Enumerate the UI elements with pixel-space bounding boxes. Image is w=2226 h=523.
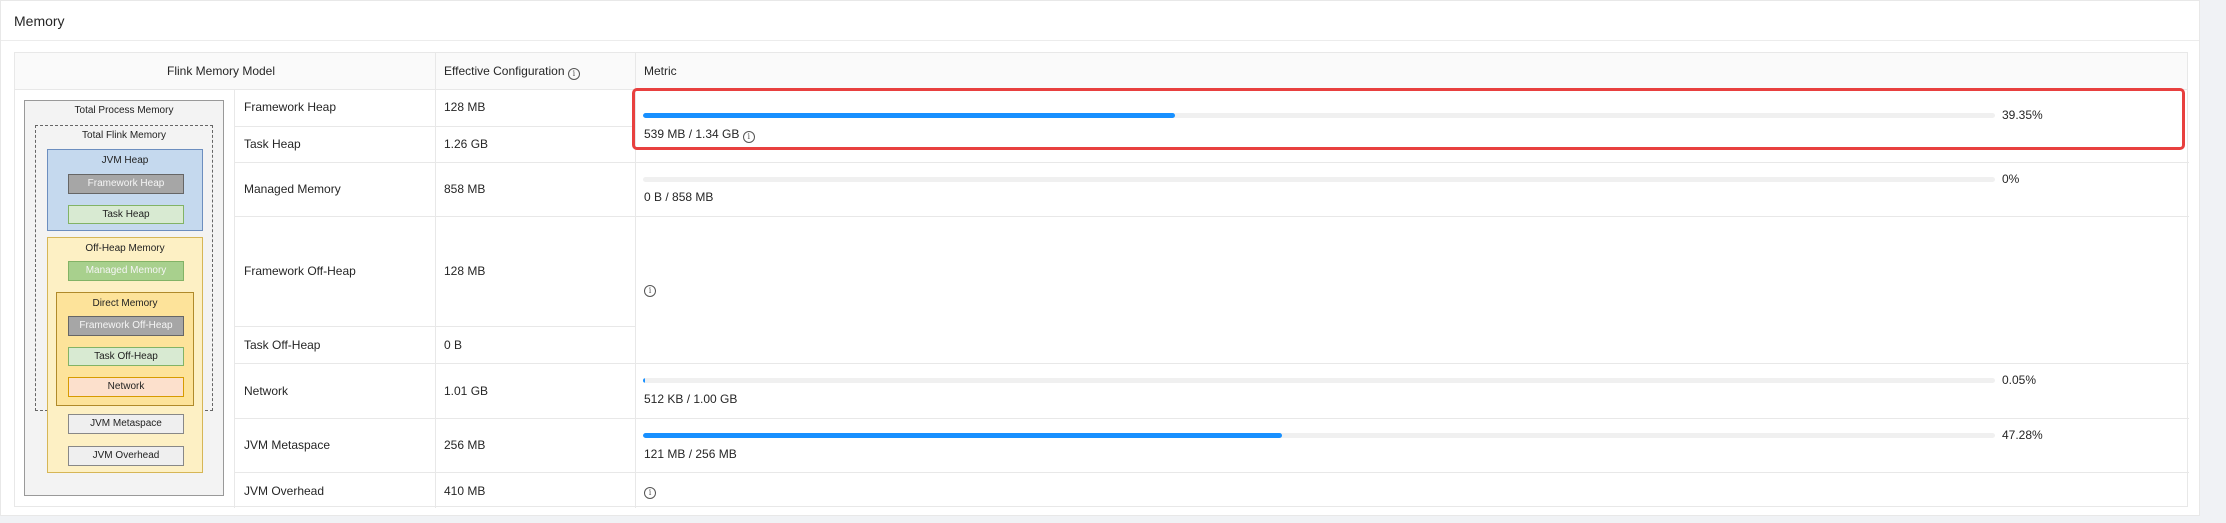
diagram-jvm-heap-box: JVM Heap Framework Heap Task Heap [47, 149, 203, 231]
info-icon[interactable]: i [567, 68, 580, 80]
card-title: Memory [14, 13, 65, 29]
diagram-jvm-metaspace: JVM Metaspace [68, 414, 184, 434]
row-name-task-off-heap: Task Off-Heap [244, 338, 321, 352]
config-managed-memory: 858 MB [444, 182, 486, 196]
config-jvm-overhead: 410 MB [444, 484, 486, 498]
info-icon[interactable]: i [644, 487, 656, 499]
network-progress-fill [643, 378, 645, 383]
header-effective-configuration: Effective Configuration i [444, 64, 580, 80]
row-divider [234, 418, 2189, 419]
memory-model-diagram: Total Process Memory Total Flink Memory … [24, 100, 224, 496]
highlight-box [632, 88, 2185, 150]
header-effective-configuration-label: Effective Configuration [444, 64, 565, 78]
diagram-total-flink-memory: Total Flink Memory [82, 130, 166, 141]
diagram-off-heap-box: Off-Heap Memory Managed Memory Direct Me… [47, 237, 203, 473]
column-divider [435, 53, 436, 508]
metaspace-usage: 121 MB / 256 MB [644, 447, 737, 461]
row-divider [234, 216, 2189, 217]
row-name-jvm-overhead: JVM Overhead [244, 484, 325, 498]
diagram-framework-off-heap: Framework Off-Heap [68, 316, 184, 336]
row-divider [234, 326, 635, 327]
header-flink-memory-model: Flink Memory Model [167, 64, 276, 78]
metaspace-progress-fill [643, 433, 1283, 438]
config-framework-off-heap: 128 MB [444, 264, 486, 278]
diagram-network: Network [68, 377, 184, 397]
metaspace-percent: 47.28% [2002, 428, 2043, 442]
row-name-framework-off-heap: Framework Off-Heap [244, 264, 356, 278]
row-name-jvm-metaspace: JVM Metaspace [244, 438, 331, 452]
diagram-task-off-heap: Task Off-Heap [68, 347, 184, 366]
row-divider [234, 472, 2189, 473]
off-heap-info: i [644, 281, 656, 297]
diagram-managed-memory: Managed Memory [68, 261, 184, 281]
row-divider [234, 363, 2189, 364]
network-usage: 512 KB / 1.00 GB [644, 392, 738, 406]
diagram-total-process-memory: Total Process Memory [74, 105, 174, 116]
diagram-jvm-overhead: JVM Overhead [68, 446, 184, 466]
overhead-info: i [644, 483, 656, 499]
row-name-framework-heap: Framework Heap [244, 100, 337, 114]
managed-usage: 0 B / 858 MB [644, 190, 714, 204]
column-divider [234, 89, 235, 508]
config-task-heap: 1.26 GB [444, 137, 489, 151]
diagram-jvm-heap: JVM Heap [101, 155, 149, 166]
row-name-task-heap: Task Heap [244, 137, 301, 151]
diagram-task-heap: Task Heap [68, 205, 184, 224]
config-framework-heap: 128 MB [444, 100, 486, 114]
diagram-direct-memory: Direct Memory [92, 298, 158, 309]
memory-card: Memory Flink Memory Model Effective Conf… [0, 0, 2200, 516]
diagram-direct-memory-box: Direct Memory Framework Off-Heap Task Of… [56, 292, 194, 406]
diagram-framework-heap: Framework Heap [68, 174, 184, 194]
info-icon[interactable]: i [644, 285, 656, 297]
row-divider [234, 126, 635, 127]
network-progress-bar [643, 378, 1995, 383]
row-name-managed-memory: Managed Memory [244, 182, 341, 196]
card-divider [1, 40, 2199, 41]
table-header: Flink Memory Model Effective Configurati… [15, 53, 2187, 90]
managed-percent: 0% [2002, 172, 2020, 186]
config-network: 1.01 GB [444, 384, 489, 398]
config-jvm-metaspace: 256 MB [444, 438, 486, 452]
row-divider [234, 162, 2189, 163]
managed-progress-bar [643, 177, 1995, 182]
metaspace-progress-bar [643, 433, 1995, 438]
diagram-off-heap-memory: Off-Heap Memory [85, 243, 165, 254]
header-metric: Metric [644, 64, 677, 78]
network-percent: 0.05% [2002, 373, 2037, 387]
row-name-network: Network [244, 384, 289, 398]
config-task-off-heap: 0 B [444, 338, 463, 352]
